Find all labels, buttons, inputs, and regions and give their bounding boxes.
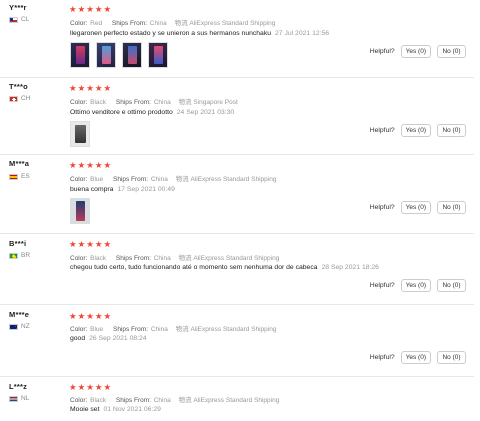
shipping-icon: 物流 [175, 175, 189, 183]
review-photo[interactable] [122, 42, 142, 68]
flag-es-icon [9, 173, 18, 180]
reviewer-country: NZ [9, 323, 30, 330]
rating-stars: ★★★★★ [69, 239, 113, 249]
shipping-icon: 物流 [178, 98, 192, 106]
helpful-section: Helpful? Yes (0) No (0) [370, 45, 466, 58]
reviewer-country: ES [9, 173, 30, 180]
review-date: 01 Nov 2021 06:29 [103, 406, 161, 413]
review-item: Y***r CL ★★★★★ Color: Red Ships From: Ch… [0, 0, 474, 78]
rating-stars: ★★★★★ [69, 382, 113, 392]
review-meta: Color: Blue Ships From: China 物流 AliExpr… [70, 175, 277, 183]
review-date: 17 Sep 2021 00:49 [117, 186, 175, 193]
review-date: 24 Sep 2021 03:30 [176, 109, 235, 116]
review-date: 27 Jul 2021 12:56 [275, 30, 330, 37]
review-item: M***a ES ★★★★★ Color: Blue Ships From: C… [0, 154, 474, 234]
helpful-section: Helpful? Yes (0) No (0) [370, 279, 466, 292]
reviewer-name: Y***r [9, 3, 27, 12]
shipping-icon: 物流 [178, 396, 192, 404]
review-text: llegaronen perfecto estado y se unieron … [70, 30, 330, 37]
shipping-icon: 物流 [175, 325, 189, 333]
review-photos [70, 121, 90, 147]
review-text: Mooie set 01 Nov 2021 06:29 [70, 406, 161, 413]
rating-stars: ★★★★★ [69, 311, 113, 321]
review-date: 26 Sep 2021 08:24 [89, 335, 147, 342]
helpful-yes-button[interactable]: Yes (0) [400, 124, 431, 137]
review-date: 28 Sep 2021 18:26 [321, 264, 379, 271]
review-text: buena compra 17 Sep 2021 00:49 [70, 186, 175, 193]
review-photo[interactable] [96, 42, 116, 68]
helpful-no-button[interactable]: No (0) [437, 279, 466, 292]
review-photo[interactable] [148, 42, 168, 68]
reviewer-name: T***o [9, 82, 28, 91]
helpful-no-button[interactable]: No (0) [437, 124, 466, 137]
reviewer-country: CH [9, 95, 30, 102]
helpful-section: Helpful? Yes (0) No (0) [370, 124, 466, 137]
review-meta: Color: Black Ships From: China 物流 AliExp… [70, 396, 280, 404]
review-photos [70, 42, 168, 68]
helpful-section: Helpful? Yes (0) No (0) [370, 201, 466, 214]
helpful-yes-button[interactable]: Yes (0) [400, 45, 431, 58]
review-photos [70, 198, 90, 224]
review-item: M***e NZ ★★★★★ Color: Blue Ships From: C… [0, 304, 474, 377]
flag-br-icon [9, 252, 18, 259]
review-text: good 26 Sep 2021 08:24 [70, 335, 147, 342]
helpful-yes-button[interactable]: Yes (0) [400, 279, 431, 292]
reviewer-country: CL [9, 16, 29, 23]
rating-stars: ★★★★★ [69, 4, 113, 14]
helpful-yes-button[interactable]: Yes (0) [400, 201, 431, 214]
review-text: Ottimo venditore e ottimo prodotto 24 Sep… [70, 109, 235, 116]
flag-cl-icon [9, 16, 18, 23]
flag-ch-icon [9, 95, 18, 102]
review-photo[interactable] [70, 198, 90, 224]
shipping-icon: 物流 [178, 254, 192, 262]
reviewer-name: B***i [9, 239, 27, 248]
review-photo[interactable] [70, 42, 90, 68]
helpful-section: Helpful? Yes (0) No (0) [370, 351, 466, 364]
helpful-no-button[interactable]: No (0) [437, 201, 466, 214]
reviewer-name: M***a [9, 159, 30, 168]
shipping-icon: 物流 [174, 19, 188, 27]
flag-nz-icon [9, 323, 18, 330]
review-meta: Color: Red Ships From: China 物流 AliExpre… [70, 19, 276, 27]
review-item: B***i BR ★★★★★ Color: Black Ships From: … [0, 233, 474, 305]
review-meta: Color: Black Ships From: China 物流 Singap… [70, 98, 238, 106]
helpful-no-button[interactable]: No (0) [437, 45, 466, 58]
review-photo[interactable] [70, 121, 90, 147]
helpful-yes-button[interactable]: Yes (0) [400, 351, 431, 364]
reviewer-name: M***e [9, 310, 30, 319]
rating-stars: ★★★★★ [69, 160, 113, 170]
reviewer-name: L***z [9, 382, 28, 391]
helpful-no-button[interactable]: No (0) [437, 351, 466, 364]
reviewer-country: BR [9, 252, 30, 259]
flag-nl-icon [9, 395, 18, 402]
review-meta: Color: Blue Ships From: China 物流 AliExpr… [70, 325, 277, 333]
review-item: L***z NL ★★★★★ Color: Black Ships From: … [0, 376, 474, 421]
rating-stars: ★★★★★ [69, 83, 113, 93]
reviewer-country: NL [9, 395, 29, 402]
review-text: chegou tudo certo, tudo funcionando até … [70, 264, 379, 271]
review-item: T***o CH ★★★★★ Color: Black Ships From: … [0, 77, 474, 155]
review-meta: Color: Black Ships From: China 物流 AliExp… [70, 254, 280, 262]
